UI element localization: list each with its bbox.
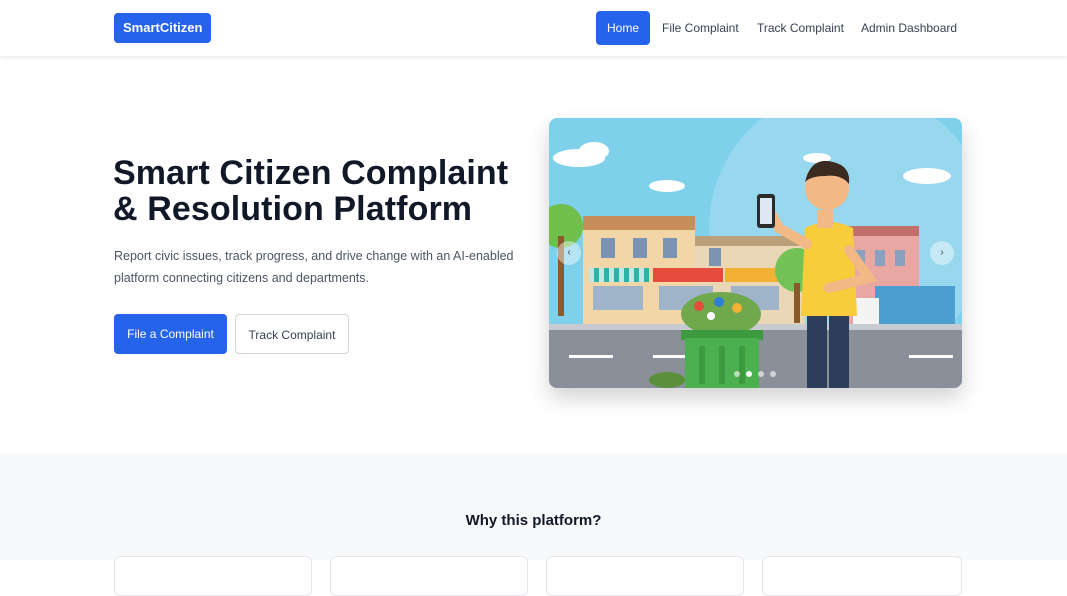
hero-carousel: ‹ › [549,118,962,388]
feature-card [330,556,528,596]
navbar: SmartCitizen Home File Complaint Track C… [0,0,1067,56]
file-complaint-button[interactable]: File a Complaint [114,314,227,354]
carousel-indicator[interactable] [758,371,764,377]
features-title: Why this platform? [465,512,602,529]
features-section: Why this platform? [0,453,1067,596]
hero-title: Smart Citizen Complaint & Resolution Pla… [113,154,509,228]
nav-link-track-complaint[interactable]: Track Complaint [757,11,844,45]
feature-card [114,556,312,596]
feature-card [546,556,744,596]
carousel-indicator-active[interactable] [746,371,752,377]
brand-logo[interactable]: SmartCitizen [114,13,212,43]
nav-link-admin-dashboard[interactable]: Admin Dashboard [861,11,957,45]
track-complaint-button[interactable]: Track Complaint [235,314,349,354]
chevron-right-icon: › [940,247,944,258]
carousel-slide-illustration [549,118,962,388]
carousel-indicator[interactable] [734,371,740,377]
nav-link-home[interactable]: Home [596,11,651,45]
hero-subtitle: Report civic issues, track progress, and… [114,249,514,285]
carousel-next-button[interactable]: › [930,241,954,265]
carousel-prev-button[interactable]: ‹ [557,241,581,265]
feature-card [762,556,962,596]
chevron-left-icon: ‹ [567,247,571,258]
nav-link-file-complaint[interactable]: File Complaint [662,11,739,45]
carousel-indicator[interactable] [770,371,776,377]
